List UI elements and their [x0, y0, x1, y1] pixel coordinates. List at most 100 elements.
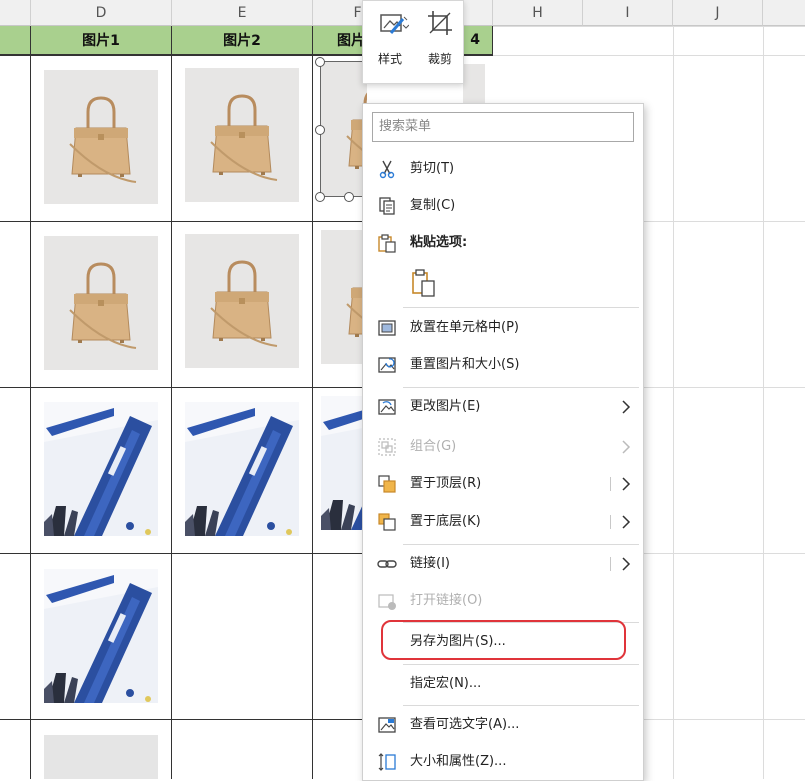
- column-header-k[interactable]: [763, 0, 805, 26]
- context-menu: 搜索菜单 剪切(T) 复制(C) 粘贴选项: 放置在单元格中(P) 重置图片和大…: [362, 103, 644, 781]
- gridline: [642, 553, 805, 554]
- menu-item-size-properties[interactable]: 大小和属性(Z)...: [363, 744, 641, 780]
- menu-item-link[interactable]: 链接(I): [363, 546, 641, 582]
- menu-item-copy[interactable]: 复制(C): [363, 188, 641, 224]
- resize-handle[interactable]: [315, 192, 325, 202]
- picture-bag[interactable]: [44, 70, 158, 204]
- column-header-d[interactable]: D: [31, 0, 172, 26]
- menu-item-label: 链接(I): [410, 556, 450, 571]
- crop-button[interactable]: 裁剪: [415, 1, 465, 79]
- split-separator: [610, 477, 611, 491]
- scissors-icon: [379, 160, 395, 179]
- menu-item-label: 剪切(T): [410, 161, 455, 176]
- menu-item-bring-to-front[interactable]: 置于顶层(R): [363, 466, 641, 502]
- menu-item-open-link[interactable]: 打开链接(O): [363, 583, 641, 619]
- picture-binder[interactable]: [321, 396, 362, 530]
- menu-item-place-in-cell[interactable]: 放置在单元格中(P): [363, 310, 641, 346]
- alt-text-icon: [378, 717, 396, 733]
- menu-item-label: 粘贴选项:: [410, 235, 468, 250]
- header-cell-c[interactable]: [0, 26, 31, 55]
- menu-item-change-picture[interactable]: 更改图片(E): [363, 389, 641, 425]
- menu-item-send-to-back[interactable]: 置于底层(K): [363, 504, 641, 540]
- menu-item-label: 查看可选文字(A)...: [410, 717, 520, 732]
- table-border: [0, 719, 362, 720]
- column-header-j[interactable]: J: [673, 0, 763, 26]
- picture-binder[interactable]: [185, 402, 299, 536]
- menu-item-label: 复制(C): [410, 198, 456, 213]
- style-button[interactable]: 样式: [365, 1, 415, 79]
- menu-item-reset-picture[interactable]: 重置图片和大小(S): [363, 347, 641, 383]
- column-header-h[interactable]: H: [493, 0, 583, 26]
- picture-style-icon: [380, 14, 409, 34]
- table-border: [312, 26, 313, 779]
- header-cell-picture2[interactable]: 图片2: [172, 26, 313, 55]
- menu-item-label: 指定宏(N)...: [410, 676, 482, 691]
- menu-item-alt-text[interactable]: 查看可选文字(A)...: [363, 707, 641, 743]
- menu-separator: [403, 387, 639, 388]
- menu-item-cut[interactable]: 剪切(T): [363, 151, 641, 187]
- picture-bag[interactable]: [44, 236, 158, 370]
- column-header-i[interactable]: I: [583, 0, 673, 26]
- header-cell-picture1[interactable]: 图片1: [31, 26, 172, 55]
- place-in-cell-icon: [378, 320, 396, 336]
- picture-bag[interactable]: [321, 230, 362, 364]
- paste-icon: [378, 234, 396, 253]
- menu-item-label: 置于顶层(R): [410, 476, 482, 491]
- split-separator: [610, 557, 611, 571]
- chevron-right-icon: [622, 400, 631, 414]
- menu-item-assign-macro[interactable]: 指定宏(N)...: [363, 666, 641, 702]
- chevron-right-icon: [622, 440, 631, 454]
- picture-partial[interactable]: [44, 735, 158, 779]
- menu-item-label: 组合(G): [410, 439, 457, 454]
- gridline: [493, 26, 805, 27]
- gridline: [763, 26, 764, 779]
- picture-binder[interactable]: [44, 402, 158, 536]
- split-separator: [610, 515, 611, 529]
- size-properties-icon: [378, 753, 396, 771]
- highlight-annotation: [381, 620, 626, 660]
- picture-bag[interactable]: [185, 234, 299, 368]
- menu-item-label: 置于底层(K): [410, 514, 481, 529]
- menu-item-label: 更改图片(E): [410, 399, 481, 414]
- resize-handle[interactable]: [315, 57, 325, 67]
- style-label: 样式: [377, 52, 402, 66]
- picture-binder[interactable]: [44, 569, 158, 703]
- link-icon: [377, 560, 397, 568]
- column-header-e[interactable]: E: [172, 0, 313, 26]
- menu-separator: [403, 307, 639, 308]
- picture-bag[interactable]: [185, 68, 299, 202]
- menu-item-group[interactable]: 组合(G): [363, 429, 641, 465]
- chevron-right-icon[interactable]: [621, 476, 631, 492]
- resize-handle[interactable]: [344, 192, 354, 202]
- change-picture-icon: [378, 399, 396, 415]
- table-border: [0, 553, 362, 554]
- column-header-blank[interactable]: [0, 0, 31, 26]
- chevron-right-icon[interactable]: [621, 556, 631, 572]
- gridline: [642, 221, 805, 222]
- table-border: [0, 221, 362, 222]
- paste-option-icon[interactable]: [411, 268, 437, 298]
- selection-outline: [320, 61, 362, 197]
- resize-handle[interactable]: [315, 125, 325, 135]
- menu-item-paste-options: 粘贴选项:: [363, 225, 641, 261]
- picture-mini-toolbar: 样式 裁剪: [362, 0, 464, 84]
- menu-item-label: 重置图片和大小(S): [410, 357, 520, 372]
- send-to-back-icon: [378, 513, 396, 531]
- menu-item-label: 大小和属性(Z)...: [410, 754, 507, 769]
- gridline: [673, 26, 674, 779]
- menu-search-input[interactable]: 搜索菜单: [372, 112, 634, 142]
- table-border: [0, 387, 362, 388]
- crop-label: 裁剪: [427, 52, 452, 66]
- gridline: [642, 719, 805, 720]
- table-border: [492, 26, 493, 56]
- menu-item-label: 放置在单元格中(P): [410, 320, 519, 335]
- chevron-right-icon[interactable]: [621, 514, 631, 530]
- bring-to-front-icon: [378, 475, 396, 493]
- copy-icon: [379, 197, 395, 215]
- crop-icon: [428, 11, 452, 35]
- open-link-icon: [378, 594, 396, 610]
- menu-item-label: 打开链接(O): [410, 593, 483, 608]
- menu-separator: [403, 544, 639, 545]
- gridline: [642, 387, 805, 388]
- reset-picture-icon: [378, 357, 396, 373]
